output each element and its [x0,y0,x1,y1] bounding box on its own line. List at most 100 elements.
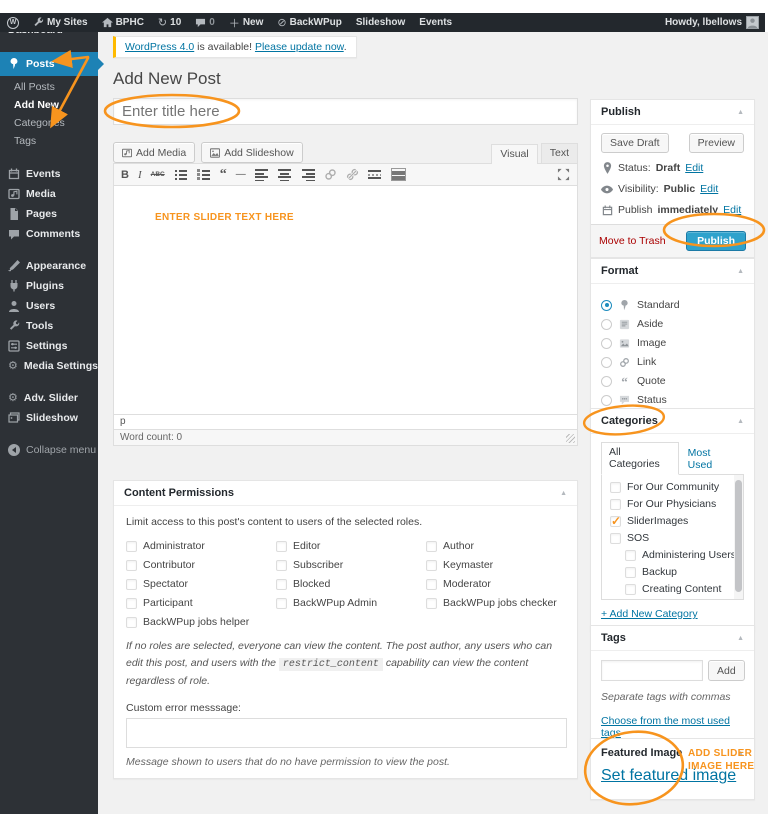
set-featured-image-link[interactable]: Set featured image [601,767,736,784]
checkbox[interactable] [610,532,621,544]
checkbox[interactable] [126,597,137,609]
checkbox[interactable] [276,559,287,571]
tab-all-categories[interactable]: All Categories [601,442,679,475]
new-content-menu[interactable]: ＋ New [222,13,271,32]
slideshow-menu[interactable]: Slideshow [349,13,412,32]
tab-visual[interactable]: Visual [491,144,538,164]
editor-content-area[interactable] [113,186,578,415]
sidebar-item-adv-slider[interactable]: ⚙ Adv. Slider [0,388,98,408]
italic-button[interactable]: I [138,169,142,181]
sidebar-item-add-new[interactable]: Add New [0,96,98,114]
bold-button[interactable]: B [121,169,129,181]
sidebar-item-events[interactable]: Events [0,164,98,184]
radio-button[interactable] [601,337,612,349]
preview-button[interactable]: Preview [688,133,744,153]
edit-schedule-link[interactable]: Edit [723,204,741,216]
insert-link-button[interactable] [324,168,337,181]
tab-most-used[interactable]: Most Used [679,444,744,474]
align-right-button[interactable] [300,168,315,181]
collapse-toggle-icon[interactable]: ▲ [560,490,567,497]
checkbox[interactable] [276,597,287,609]
please-update-link[interactable]: Please update now [255,41,344,53]
sidebar-item-all-posts[interactable]: All Posts [0,78,98,96]
collapse-toggle-icon[interactable]: ▲ [737,635,744,642]
sidebar-item-media-settings[interactable]: ⚙ Media Settings [0,356,98,376]
move-to-trash-link[interactable]: Move to Trash [599,235,666,247]
radio-button[interactable] [601,318,612,330]
checkbox[interactable] [625,583,636,595]
checkbox[interactable] [276,540,287,552]
checkbox[interactable] [426,559,437,571]
collapse-toggle-icon[interactable]: ▲ [737,109,744,116]
checkbox[interactable] [426,578,437,590]
sidebar-item-settings[interactable]: Settings [0,336,98,356]
add-media-button[interactable]: Add Media [113,142,196,163]
backwpup-menu[interactable]: ⊘ BackWPup [270,13,348,32]
align-left-button[interactable] [254,168,269,181]
save-draft-button[interactable]: Save Draft [601,133,669,153]
checkbox[interactable] [126,578,137,590]
sidebar-item-posts[interactable]: Posts [0,52,104,76]
add-tag-button[interactable]: Add [708,660,745,681]
checkbox[interactable] [126,616,137,628]
add-new-category-link[interactable]: + Add New Category [601,608,698,620]
checkbox[interactable] [625,566,636,578]
sidebar-item-categories[interactable]: Categories [0,114,98,132]
checkbox[interactable] [276,578,287,590]
sidebar-item-plugins[interactable]: Plugins [0,276,98,296]
checkbox-checked[interactable] [610,514,621,528]
wordpress-version-link[interactable]: WordPress 4.0 [125,41,194,53]
checkbox[interactable] [126,540,137,552]
publish-button[interactable]: Publish [686,231,746,251]
numbered-list-button[interactable] [196,168,211,181]
comments-menu[interactable]: 0 [188,13,222,32]
my-sites-menu[interactable]: My Sites [26,13,95,32]
horizontal-rule-button[interactable]: — [236,169,246,180]
checkbox[interactable] [426,597,437,609]
sidebar-item-tags[interactable]: Tags [0,132,98,150]
collapse-toggle-icon[interactable]: ▲ [737,418,744,425]
checkbox[interactable] [426,540,437,552]
collapse-toggle-icon[interactable]: ▲ [737,268,744,275]
fullscreen-button[interactable] [557,168,570,181]
custom-error-textarea[interactable] [126,717,567,748]
radio-button[interactable] [601,299,612,311]
edit-visibility-link[interactable]: Edit [700,183,718,195]
updates-menu[interactable]: ↻ 10 [151,13,188,32]
blockquote-button[interactable]: “ [220,167,227,181]
radio-button[interactable] [601,356,612,368]
sidebar-item-dashboard[interactable]: Dashboard [0,32,98,42]
sidebar-item-slideshow[interactable]: Slideshow [0,408,98,428]
events-menu[interactable]: Events [412,13,459,32]
sidebar-item-appearance[interactable]: Appearance [0,256,98,276]
bulleted-list-button[interactable] [173,168,188,181]
sidebar-item-comments[interactable]: Comments [0,224,98,244]
collapse-toggle-icon[interactable]: ▲ [737,750,744,757]
wp-logo-menu[interactable]: W [0,13,26,32]
checkbox[interactable] [610,481,621,493]
toolbar-toggle-button[interactable] [390,168,406,181]
add-slideshow-button[interactable]: Add Slideshow [201,142,303,163]
sidebar-item-pages[interactable]: Pages [0,204,98,224]
site-menu[interactable]: BPHC [95,13,151,32]
more-tag-button[interactable] [367,168,382,181]
align-center-button[interactable] [277,168,292,181]
checkbox[interactable] [625,549,636,561]
tags-input[interactable] [601,660,703,681]
sidebar-item-media[interactable]: Media [0,184,98,204]
checkbox[interactable] [126,559,137,571]
account-menu[interactable]: Howdy, lbellows [665,16,765,29]
checkbox[interactable] [610,498,621,510]
scrollbar-thumb[interactable] [735,480,742,592]
strikethrough-button[interactable]: ABC [151,171,165,178]
choose-most-used-link[interactable]: Choose from the most used tags [601,715,730,739]
tab-text[interactable]: Text [540,143,578,163]
edit-status-link[interactable]: Edit [685,162,703,174]
radio-button[interactable] [601,394,612,406]
sidebar-item-collapse-menu[interactable]: Collapse menu [0,440,98,460]
radio-button[interactable] [601,375,612,387]
editor-resize-handle[interactable] [566,434,575,443]
sidebar-item-users[interactable]: Users [0,296,98,316]
sidebar-item-tools[interactable]: Tools [0,316,98,336]
post-title-input[interactable] [113,98,578,125]
